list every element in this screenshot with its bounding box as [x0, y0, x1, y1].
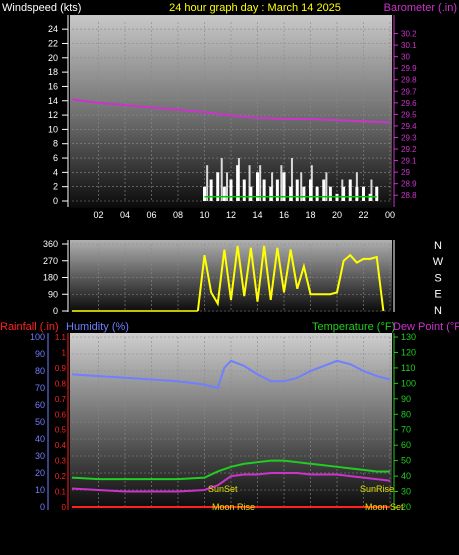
baro-tick-label: 29.8 [401, 76, 417, 85]
humidity-tick-label: 20 [35, 468, 45, 478]
rain-tick-label: 0.5 [55, 426, 67, 435]
baro-tick-label: 29.2 [401, 145, 417, 154]
y-tick-label: 270 [43, 256, 58, 266]
baro-tick-label: 29.3 [401, 133, 417, 142]
x-tick-label: 06 [146, 210, 156, 220]
baro-tick-label: 29.7 [401, 87, 417, 96]
temp-tick-label: 70 [401, 425, 411, 435]
humidity-axis-title: Humidity (%) [66, 321, 129, 333]
rain-tick-label: 0 [62, 503, 67, 512]
compass-label: E [434, 289, 441, 301]
baro-tick-label: 28.8 [401, 191, 417, 200]
y-tick-label: 90 [48, 289, 58, 299]
y-tick-label: 360 [43, 239, 58, 249]
rain-tick-label: 0.9 [55, 364, 67, 373]
sunset-label: SunSet [208, 484, 238, 494]
y-tick-label: 2 [53, 182, 58, 192]
humidity-tick-label: 70 [35, 383, 45, 393]
temp-tick-label: 30 [401, 487, 411, 497]
rain-tick-label: 0.7 [55, 395, 67, 404]
rain-tick-label: 1 [62, 348, 67, 357]
compass-label: N [434, 240, 442, 252]
rain-tick-label: 0.1 [55, 488, 67, 497]
y-tick-label: 0 [53, 196, 58, 206]
compass-label: S [434, 272, 441, 284]
temp-tick-label: 80 [401, 409, 411, 419]
y-tick-label: 6 [53, 153, 58, 163]
humidity-tick-label: 40 [35, 434, 45, 444]
humidity-tick-label: 30 [35, 451, 45, 461]
temp-tick-label: 120 [401, 347, 416, 357]
weather-graph: Windspeed (kts) 24 hour graph day : Marc… [0, 2, 459, 512]
x-tick-label: 00 [385, 210, 395, 220]
y-tick-label: 22 [48, 38, 58, 48]
y-tick-label: 14 [48, 96, 58, 106]
y-tick-label: 24 [48, 24, 58, 34]
windspeed-axis-title: Windspeed (kts) [2, 2, 81, 14]
humidity-tick-label: 100 [30, 332, 45, 342]
temp-tick-label: 110 [401, 363, 415, 373]
temp-tick-label: 50 [401, 456, 411, 466]
y-tick-label: 20 [48, 53, 58, 63]
temp-tick-label: 40 [401, 471, 411, 481]
compass-label: W [433, 256, 444, 268]
humidity-tick-label: 0 [40, 502, 45, 512]
rain-tick-label: 0.6 [55, 410, 67, 419]
baro-tick-label: 30.2 [401, 30, 417, 39]
x-tick-label: 02 [93, 210, 103, 220]
x-tick-label: 08 [173, 210, 183, 220]
compass-label: N [434, 305, 442, 317]
chart-title: 24 hour graph day : March 14 2025 [169, 2, 341, 14]
baro-tick-label: 29 [401, 168, 410, 177]
x-tick-label: 10 [199, 210, 209, 220]
temp-tick-label: 60 [401, 440, 411, 450]
y-tick-label: 12 [48, 110, 58, 120]
baro-tick-label: 29.4 [401, 122, 417, 131]
x-tick-label: 12 [226, 210, 236, 220]
x-tick-label: 14 [252, 210, 262, 220]
rain-tick-label: 0.8 [55, 379, 67, 388]
temperature-axis-title: Temperature (°F) [312, 321, 395, 333]
y-tick-label: 10 [48, 124, 58, 134]
barometer-axis-title: Barometer (.in) [384, 2, 457, 14]
moonrise-label: Moon Rise [212, 502, 255, 512]
baro-tick-label: 29.9 [401, 64, 417, 73]
rain-tick-label: 1.1 [55, 333, 67, 342]
temp-tick-label: 130 [401, 332, 416, 342]
x-tick-label: 16 [279, 210, 289, 220]
sunrise-label: SunRise [360, 484, 394, 494]
y-tick-label: 16 [48, 81, 58, 91]
moonset-label: Moon Set [365, 502, 404, 512]
x-tick-label: 20 [332, 210, 342, 220]
baro-tick-label: 29.6 [401, 99, 417, 108]
y-tick-label: 8 [53, 139, 58, 149]
baro-tick-label: 30 [401, 53, 410, 62]
rain-tick-label: 0.3 [55, 457, 67, 466]
y-tick-label: 18 [48, 67, 58, 77]
humidity-tick-label: 90 [35, 349, 45, 359]
rain-tick-label: 0.4 [55, 441, 67, 450]
baro-tick-label: 29.1 [401, 157, 417, 166]
baro-tick-label: 30.1 [401, 41, 417, 50]
y-tick-label: 4 [53, 167, 58, 177]
humidity-tick-label: 10 [35, 485, 45, 495]
humidity-tick-label: 80 [35, 366, 45, 376]
baro-tick-label: 29.5 [401, 110, 417, 119]
temp-tick-label: 100 [401, 378, 416, 388]
x-tick-label: 22 [358, 210, 368, 220]
x-tick-label: 18 [305, 210, 315, 220]
rain-tick-label: 0.2 [55, 472, 67, 481]
humidity-tick-label: 60 [35, 400, 45, 410]
y-tick-label: 0 [53, 306, 58, 316]
temp-tick-label: 90 [401, 394, 411, 404]
x-tick-label: 04 [120, 210, 130, 220]
baro-tick-label: 28.9 [401, 180, 417, 189]
y-tick-label: 180 [43, 273, 58, 283]
humidity-tick-label: 50 [35, 417, 45, 427]
